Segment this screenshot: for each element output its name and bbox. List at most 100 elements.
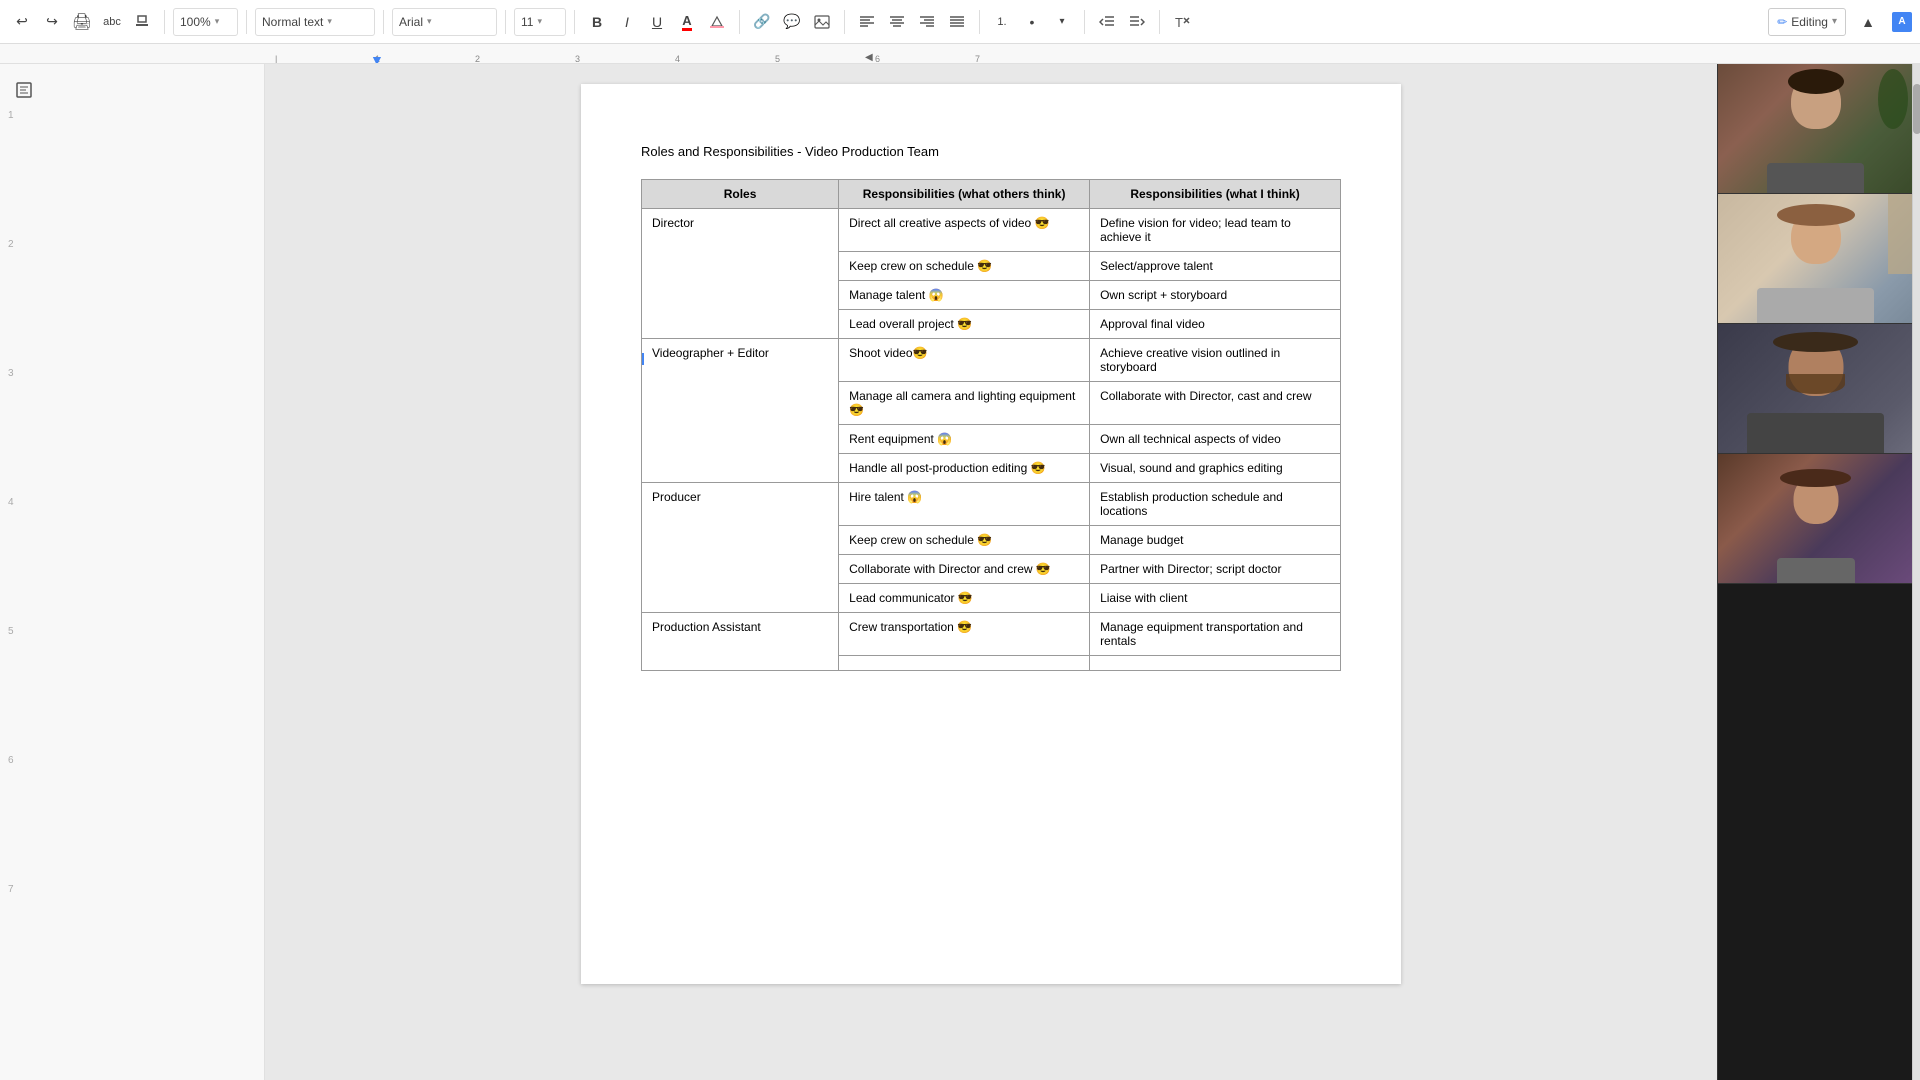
indent-increase-button[interactable] (1123, 8, 1151, 36)
comment-button[interactable]: 💬 (778, 8, 806, 36)
sep3 (383, 10, 384, 34)
producer-mine-2: Manage budget (1090, 526, 1341, 555)
bullet-list-button[interactable]: • (1018, 8, 1046, 36)
editing-label: Editing (1791, 15, 1828, 29)
video-thumb-3 (1718, 324, 1913, 454)
align-justify-button[interactable] (943, 8, 971, 36)
align-right-button[interactable] (913, 8, 941, 36)
line-num-3: 3 (8, 368, 14, 379)
text-color-button[interactable]: A (673, 8, 701, 36)
role-pa: Production Assistant (642, 613, 839, 671)
bold-button[interactable]: B (583, 8, 611, 36)
list-options-button[interactable]: ▾ (1048, 8, 1076, 36)
producer-mine-4: Liaise with client (1090, 584, 1341, 613)
ruler: | 1 2 3 4 5 6 7 ▼ ◀ (0, 44, 1920, 64)
producer-others-4: Lead communicator 😎 (839, 584, 1090, 613)
doc-area[interactable]: Roles and Responsibilities - Video Produ… (265, 64, 1717, 1080)
editing-button[interactable]: ✏ Editing ▾ (1768, 8, 1846, 36)
roles-table: Roles Responsibilities (what others thin… (641, 179, 1341, 671)
font-arrow: ▾ (427, 16, 432, 27)
align-group (853, 8, 971, 36)
video-others-4: Handle all post-production editing 😎 (839, 454, 1090, 483)
line-num-5: 5 (8, 626, 14, 637)
producer-mine-1: Establish production schedule and locati… (1090, 483, 1341, 526)
zoom-arrow: ▾ (215, 16, 220, 27)
video-mine-2: Collaborate with Director, cast and crew (1090, 382, 1341, 425)
col-mine: Responsibilities (what I think) (1090, 180, 1341, 209)
line-num-7: 7 (8, 884, 14, 895)
indent-decrease-button[interactable] (1093, 8, 1121, 36)
sep8 (979, 10, 980, 34)
indent-group (1093, 8, 1151, 36)
producer-others-1: Hire talent 😱 (839, 483, 1090, 526)
numbered-list-button[interactable]: 1. (988, 8, 1016, 36)
undo-button[interactable]: ↩ (8, 8, 36, 36)
expand-button[interactable]: ▲ (1854, 8, 1882, 36)
producer-others-2: Keep crew on schedule 😎 (839, 526, 1090, 555)
director-mine-3: Own script + storyboard (1090, 281, 1341, 310)
video-others-2: Manage all camera and lighting equipment… (839, 382, 1090, 425)
zoom-value: 100% (180, 15, 211, 29)
outline-icon[interactable] (8, 74, 40, 106)
line-num-6: 6 (8, 755, 14, 766)
style-select[interactable]: Normal text ▾ (255, 8, 375, 36)
director-others-2: Keep crew on schedule 😎 (839, 252, 1090, 281)
video-others-3: Rent equipment 😱 (839, 425, 1090, 454)
clear-formatting-button[interactable]: T (1168, 8, 1196, 36)
size-arrow: ▾ (537, 16, 542, 27)
ruler-mark: 2 (475, 54, 480, 64)
producer-others-3: Collaborate with Director and crew 😎 (839, 555, 1090, 584)
font-select[interactable]: Arial ▾ (392, 8, 497, 36)
pencil-icon: ✏ (1777, 15, 1787, 29)
size-select[interactable]: 11 ▾ (514, 8, 566, 36)
image-button[interactable] (808, 8, 836, 36)
scrollbar-thumb[interactable] (1913, 84, 1920, 134)
sep6 (739, 10, 740, 34)
link-button[interactable]: 🔗 (748, 8, 776, 36)
align-left-button[interactable] (853, 8, 881, 36)
style-value: Normal text (262, 15, 323, 29)
producer-mine-3: Partner with Director; script doctor (1090, 555, 1341, 584)
size-value: 11 (521, 15, 533, 29)
format-group: B I U A (583, 8, 731, 36)
sep4 (505, 10, 506, 34)
cursor (642, 353, 644, 365)
role-producer: Producer (642, 483, 839, 613)
main-layout: 1 2 3 4 5 6 7 Roles and Responsibilities… (0, 64, 1920, 1080)
table-row: Producer Hire talent 😱 Establish product… (642, 483, 1341, 526)
tab-stop: ▼ (370, 52, 384, 65)
spell-button[interactable]: abc (98, 8, 126, 36)
scrollbar[interactable] (1912, 64, 1920, 1080)
role-videographer: Videographer + Editor (642, 339, 839, 483)
table-header-row: Roles Responsibilities (what others thin… (642, 180, 1341, 209)
col-roles: Roles (642, 180, 839, 209)
sep10 (1159, 10, 1160, 34)
line-num-4: 4 (8, 497, 14, 508)
director-others-4: Lead overall project 😎 (839, 310, 1090, 339)
zoom-select[interactable]: 100% ▾ (173, 8, 238, 36)
tab-stop-2: ◀ (865, 52, 873, 63)
italic-button[interactable]: I (613, 8, 641, 36)
video-mine-3: Own all technical aspects of video (1090, 425, 1341, 454)
style-arrow: ▾ (327, 16, 332, 27)
redo-button[interactable]: ↪ (38, 8, 66, 36)
sep2 (246, 10, 247, 34)
toolbar: ↩ ↪ 🖨 abc 100% ▾ Normal text ▾ Arial ▾ 1… (0, 0, 1920, 44)
print-button[interactable]: 🖨 (68, 8, 96, 36)
role-director: Director (642, 209, 839, 339)
video-mine-4: Visual, sound and graphics editing (1090, 454, 1341, 483)
sidebar: 1 2 3 4 5 6 7 (0, 64, 265, 1080)
highlight-button[interactable] (703, 8, 731, 36)
doc-page: Roles and Responsibilities - Video Produ… (581, 84, 1401, 984)
align-center-button[interactable] (883, 8, 911, 36)
underline-button[interactable]: U (643, 8, 671, 36)
ruler-mark: 6 (875, 54, 880, 64)
font-value: Arial (399, 15, 423, 29)
paint-button[interactable] (128, 8, 156, 36)
table-row: Videographer + Editor Shoot video😎 Achie… (642, 339, 1341, 382)
video-others-1: Shoot video😎 (839, 339, 1090, 382)
user-avatar: A (1892, 12, 1912, 32)
ruler-mark: 3 (575, 54, 580, 64)
video-thumb-4 (1718, 454, 1913, 584)
pa-others-2 (839, 656, 1090, 671)
